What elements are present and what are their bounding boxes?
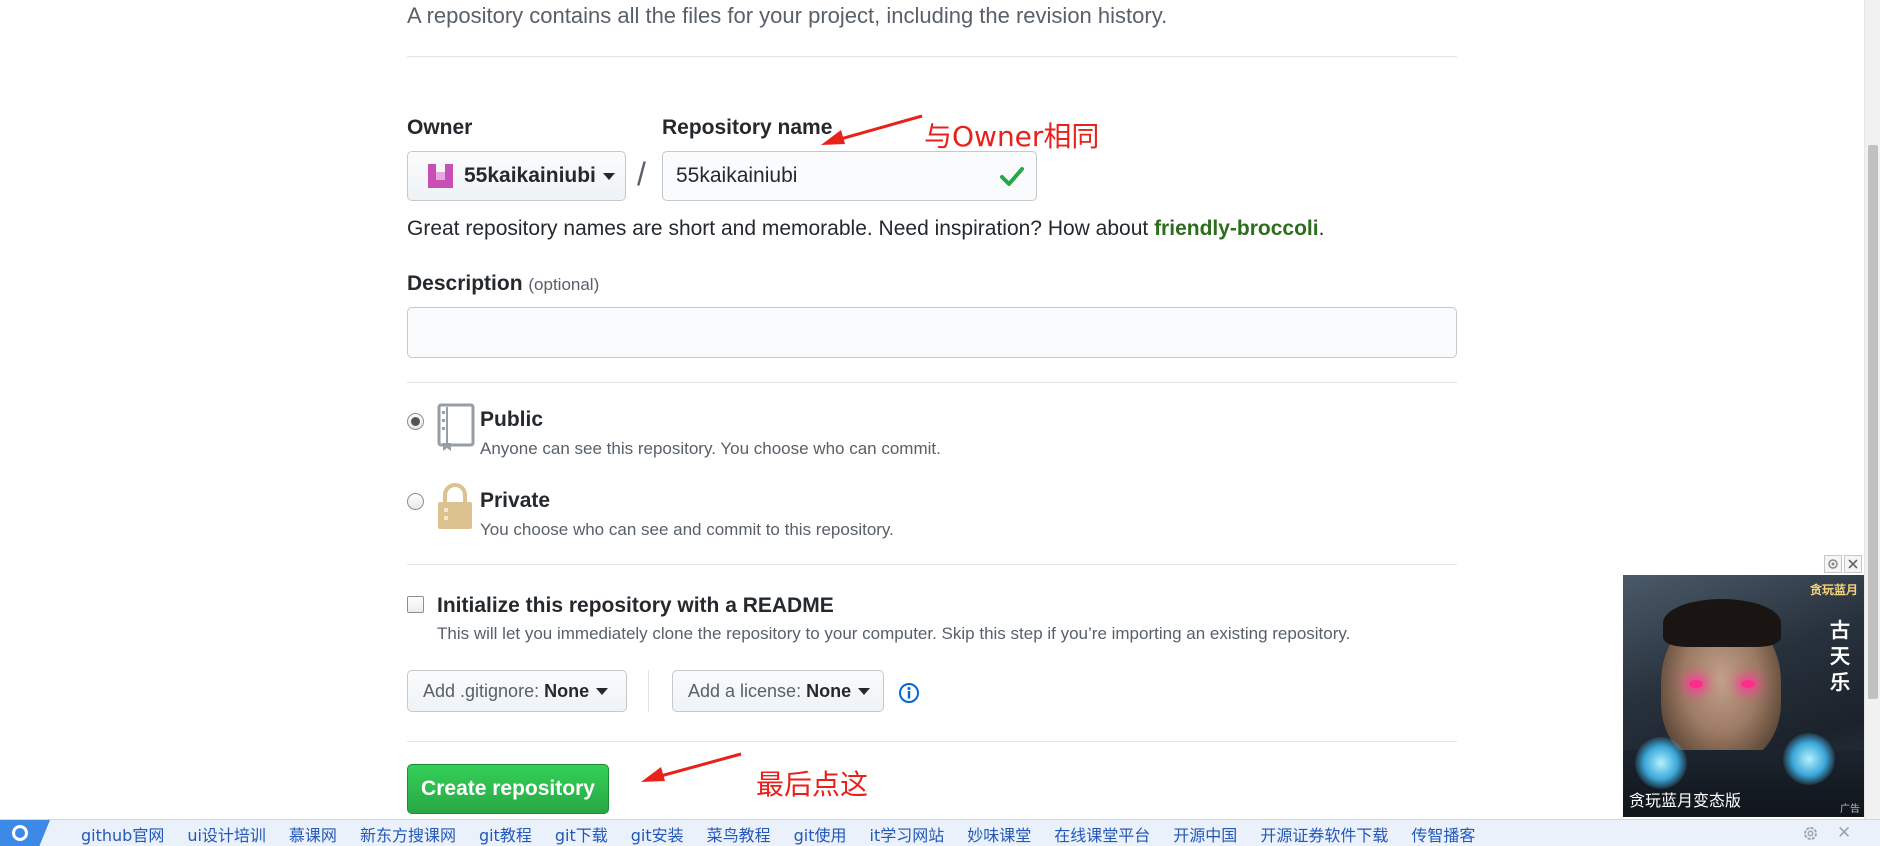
description-label: Description (optional) — [407, 272, 599, 296]
owner-dropdown[interactable]: 55kaikainiubi — [407, 151, 626, 201]
divider — [407, 741, 1457, 742]
select-separator — [648, 670, 649, 712]
lock-icon — [438, 483, 472, 529]
intro-text: A repository contains all the files for … — [407, 3, 1168, 28]
annotation-click-last: 最后点这 — [756, 768, 869, 801]
scrollbar-thumb[interactable] — [1868, 145, 1878, 699]
annotation-same-as-owner: 与Owner相同 — [924, 120, 1100, 153]
repo-name-field — [662, 151, 1037, 201]
search-logo-icon[interactable] — [0, 820, 50, 846]
private-radio[interactable] — [407, 493, 424, 510]
repo-book-icon — [437, 403, 475, 451]
ad-glow-eye — [1689, 680, 1703, 688]
info-icon[interactable] — [898, 682, 920, 704]
readme-checkbox[interactable] — [407, 596, 424, 613]
repo-name-input[interactable] — [663, 152, 1036, 200]
private-description: You choose who can see and commit to thi… — [480, 520, 894, 539]
bottom-link-bar: github官网 ui设计培训 慕课网 新东方搜课网 git教程 git下载 g… — [0, 819, 1880, 846]
bottom-link[interactable]: git安装 — [630, 822, 685, 846]
readme-title[interactable]: Initialize this repository with a README — [437, 594, 834, 618]
public-radio[interactable] — [407, 413, 424, 430]
ad-settings-icon[interactable] — [1824, 555, 1842, 573]
bottom-link[interactable]: 传智播客 — [1410, 822, 1476, 846]
public-description: Anyone can see this repository. You choo… — [480, 439, 941, 458]
ad-tag: 广告 — [1840, 804, 1860, 815]
hint-period: . — [1318, 217, 1325, 240]
repo-name-hint: Great repository names are short and mem… — [407, 217, 1324, 241]
public-title: Public — [480, 408, 544, 431]
divider — [407, 382, 1457, 383]
bottom-link[interactable]: it学习网站 — [869, 822, 946, 846]
bottom-link[interactable]: 妙味课堂 — [966, 822, 1032, 846]
optional-tag: (optional) — [528, 275, 600, 294]
repo-name-label: Repository name — [662, 116, 833, 139]
bottom-link[interactable]: git教程 — [478, 822, 533, 846]
bottom-link[interactable]: 在线课堂平台 — [1053, 822, 1151, 846]
annotation-arrow — [641, 752, 742, 782]
ad-orb — [1783, 733, 1835, 785]
description-input[interactable] — [407, 307, 1457, 358]
chevron-down-icon — [602, 172, 615, 180]
close-icon[interactable]: ✕ — [1837, 823, 1851, 843]
ad-caption: 贪玩蓝月变态版 — [1629, 791, 1742, 810]
gitignore-dropdown[interactable]: Add .gitignore: None — [407, 670, 627, 712]
bottom-link[interactable]: 开源中国 — [1172, 822, 1238, 846]
bottom-link[interactable]: 慕课网 — [288, 822, 338, 846]
owner-label: Owner — [407, 116, 473, 139]
page-scrollbar[interactable] — [1864, 0, 1880, 819]
bottom-link[interactable]: 新东方搜课网 — [359, 822, 457, 846]
ad-portrait-hair — [1663, 599, 1781, 647]
divider — [407, 564, 1457, 565]
gitignore-value: None — [544, 680, 590, 701]
license-value: None — [806, 680, 852, 701]
annotation-arrow — [821, 114, 923, 145]
bottom-link[interactable]: 菜鸟教程 — [706, 822, 772, 846]
hint-text: Great repository names are short and mem… — [407, 217, 1155, 240]
owner-avatar — [428, 163, 453, 189]
check-icon — [1000, 167, 1024, 186]
gitignore-label: Add .gitignore: — [423, 680, 540, 701]
divider — [407, 56, 1457, 57]
ad-glow-eye — [1741, 680, 1755, 688]
chevron-down-icon — [596, 687, 609, 695]
owner-repo-separator: / — [637, 156, 646, 192]
private-title: Private — [480, 489, 551, 512]
ad-logo: 贪玩蓝月 — [1809, 583, 1858, 597]
readme-description: This will let you immediately clone the … — [437, 624, 1351, 643]
license-label: Add a license: — [688, 680, 802, 701]
bottom-links: github官网 ui设计培训 慕课网 新东方搜课网 git教程 git下载 g… — [80, 820, 1497, 846]
ad-close-icon[interactable] — [1844, 555, 1862, 573]
bottom-link[interactable]: ui设计培训 — [186, 822, 267, 846]
gear-icon[interactable] — [1802, 825, 1819, 842]
ad-orb — [1635, 737, 1687, 789]
suggested-name-link[interactable]: friendly-broccoli — [1154, 217, 1319, 240]
license-dropdown[interactable]: Add a license: None — [672, 670, 884, 712]
bottom-link[interactable]: git下载 — [554, 822, 609, 846]
bottom-link[interactable]: git使用 — [793, 822, 848, 846]
bottom-link[interactable]: 开源证券软件下载 — [1259, 822, 1389, 846]
owner-name: 55kaikainiubi — [464, 164, 596, 187]
create-repository-button[interactable]: Create repository — [407, 764, 609, 814]
ad-vertical-text: 古天乐 — [1830, 618, 1850, 694]
advertisement[interactable]: 贪玩蓝月 古天乐 贪玩蓝月变态版 广告 — [1623, 575, 1864, 817]
bottom-link[interactable]: github官网 — [80, 822, 165, 846]
chevron-down-icon — [858, 687, 871, 695]
description-label-text: Description — [407, 272, 523, 295]
